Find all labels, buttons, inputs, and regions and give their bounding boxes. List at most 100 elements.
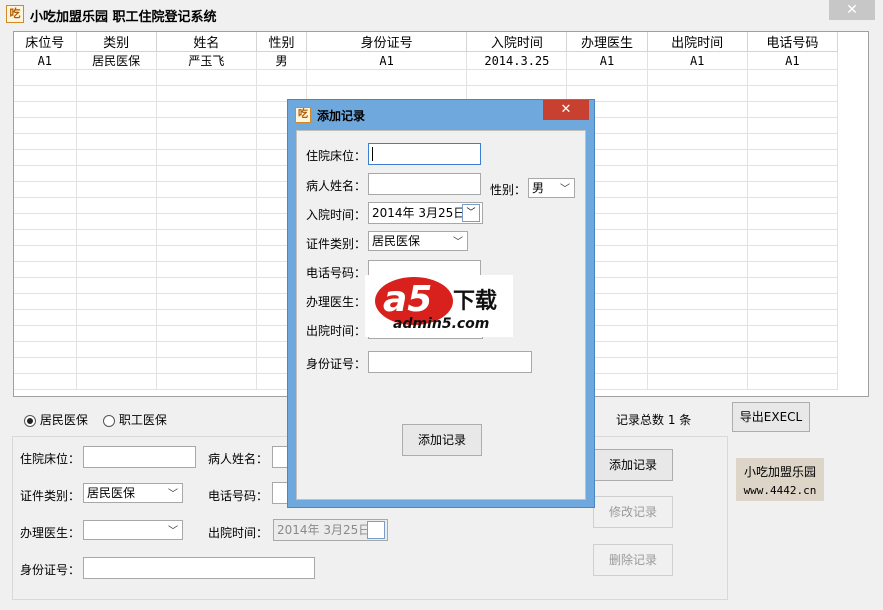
empty-table-cell	[76, 181, 157, 198]
empty-table-cell	[747, 325, 839, 342]
edit-record-button: 修改记录	[593, 496, 673, 528]
dialog-cert-value: 居民医保	[372, 234, 421, 248]
table-cell: 居民医保	[76, 51, 157, 70]
dialog-admit-date-value: 2014年 3月25日	[372, 206, 466, 220]
empty-table-cell	[156, 373, 257, 390]
empty-table-cell	[747, 133, 839, 150]
empty-table-cell	[76, 213, 157, 230]
empty-table-cell	[647, 149, 748, 166]
app-icon: 吃	[6, 5, 24, 23]
empty-table-cell	[647, 373, 748, 390]
empty-table-cell	[156, 261, 257, 278]
empty-table-cell	[566, 69, 648, 86]
radio-resident-indicator[interactable]	[24, 414, 36, 427]
window-close-button[interactable]: ✕	[829, 0, 875, 20]
empty-table-cell	[14, 293, 77, 310]
empty-table-cell	[156, 341, 257, 358]
empty-table-cell	[256, 69, 308, 86]
dialog-app-icon: 吃	[295, 107, 311, 123]
dialog-admit-date-picker[interactable]: 2014年 3月25日 ﹀	[368, 202, 483, 224]
id-number-input[interactable]	[83, 557, 315, 579]
empty-table-cell	[76, 149, 157, 166]
watermark-site-text: admin5.com	[393, 316, 490, 332]
empty-table-cell	[747, 101, 839, 118]
cert-type-value: 居民医保	[87, 486, 136, 500]
empty-table-cell	[156, 165, 257, 182]
column-header-name[interactable]: 姓名	[156, 32, 257, 52]
radio-employee-indicator[interactable]	[103, 414, 115, 427]
dialog-name-label: 病人姓名：	[306, 179, 367, 193]
brand-url: www.4442.cn	[743, 484, 817, 497]
empty-table-cell	[747, 309, 839, 326]
column-header-discharge[interactable]: 出院时间	[647, 32, 748, 52]
bed-input[interactable]	[83, 446, 196, 468]
empty-table-cell	[76, 165, 157, 182]
empty-table-cell	[156, 229, 257, 246]
table-row[interactable]: A1 居民医保 严玉飞 男 A1 2014.3.25 A1 A1 A1	[14, 51, 839, 70]
dialog-gender-value: 男	[532, 181, 545, 195]
admin5-watermark-logo: a5 下载 admin5.com	[365, 275, 513, 337]
dialog-title: 添加记录	[317, 109, 366, 123]
dialog-submit-button[interactable]: 添加记录	[402, 424, 482, 456]
dialog-cert-select[interactable]: 居民医保 ﹀	[368, 231, 468, 251]
radio-resident-label: 居民医保	[39, 413, 88, 427]
column-header-admit[interactable]: 入院时间	[466, 32, 568, 52]
empty-table-cell	[747, 261, 839, 278]
empty-table-cell	[76, 133, 157, 150]
cert-type-select[interactable]: 居民医保 ﹀	[83, 483, 183, 503]
empty-table-cell	[14, 213, 77, 230]
chevron-down-icon[interactable]: ﹀	[462, 204, 480, 222]
empty-table-cell	[647, 133, 748, 150]
table-cell: A1	[14, 51, 77, 70]
empty-table-cell	[76, 357, 157, 374]
doctor-select[interactable]: ﹀	[83, 520, 183, 540]
empty-table-cell	[76, 277, 157, 294]
empty-table-cell	[306, 69, 468, 86]
cert-type-label: 证件类别：	[20, 489, 81, 503]
column-header-bed[interactable]: 床位号	[14, 32, 77, 52]
empty-table-cell	[747, 181, 839, 198]
empty-table-cell	[156, 69, 257, 86]
empty-table-cell	[747, 357, 839, 374]
dialog-bed-input[interactable]	[368, 143, 481, 165]
column-header-gender[interactable]: 性别	[256, 32, 308, 52]
empty-table-cell	[747, 277, 839, 294]
column-header-id[interactable]: 身份证号	[306, 32, 468, 52]
empty-table-cell	[76, 341, 157, 358]
empty-table-cell	[747, 69, 839, 86]
dialog-gender-select[interactable]: 男 ﹀	[528, 178, 575, 198]
add-record-button[interactable]: 添加记录	[593, 449, 673, 481]
empty-table-cell	[647, 357, 748, 374]
empty-table-cell	[647, 197, 748, 214]
window-title: 小吃加盟乐园 职工住院登记系统	[30, 10, 217, 25]
column-header-type[interactable]: 类别	[76, 32, 157, 52]
empty-table-cell	[76, 293, 157, 310]
empty-table-cell	[76, 245, 157, 262]
column-header-phone[interactable]: 电话号码	[747, 32, 839, 52]
empty-table-cell	[747, 85, 839, 102]
empty-table-cell	[647, 101, 748, 118]
export-excel-button[interactable]: 导出EXECL	[732, 402, 810, 432]
empty-table-cell	[647, 213, 748, 230]
empty-table-cell	[647, 117, 748, 134]
empty-table-cell	[156, 293, 257, 310]
dialog-name-input[interactable]	[368, 173, 481, 195]
dialog-discharge-label: 出院时间：	[306, 324, 367, 338]
empty-table-cell	[14, 181, 77, 198]
table-cell: A1	[647, 51, 748, 70]
column-header-doctor[interactable]: 办理医生	[566, 32, 648, 52]
radio-employee-insurance[interactable]: 职工医保	[103, 411, 167, 428]
radio-employee-label: 职工医保	[118, 413, 167, 427]
dialog-close-button[interactable]: ✕	[543, 100, 589, 120]
empty-table-cell	[14, 165, 77, 182]
empty-table-cell	[76, 117, 157, 134]
dialog-id-input[interactable]	[368, 351, 532, 373]
empty-table-cell	[14, 309, 77, 326]
empty-table-cell	[76, 229, 157, 246]
empty-table-cell	[156, 325, 257, 342]
radio-resident-insurance[interactable]: 居民医保	[24, 411, 88, 428]
empty-table-cell	[647, 245, 748, 262]
dialog-id-label: 身份证号：	[306, 357, 367, 371]
chevron-down-icon: ﹀	[168, 526, 178, 537]
empty-table-cell	[14, 85, 77, 102]
